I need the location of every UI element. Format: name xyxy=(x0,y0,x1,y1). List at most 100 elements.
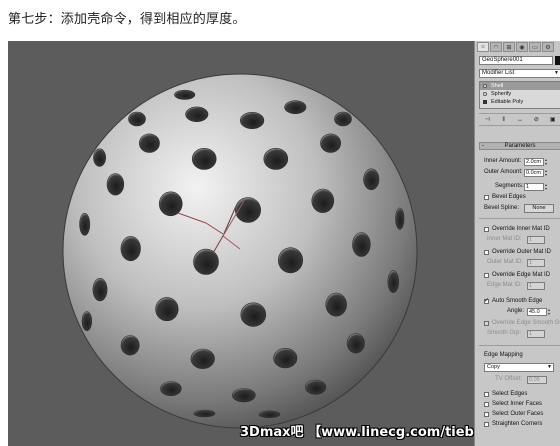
segments-field[interactable]: 1 xyxy=(524,183,544,191)
outer-amount-field[interactable]: 0.0cm xyxy=(524,169,544,177)
override-edge-checkbox[interactable] xyxy=(484,273,489,278)
select-edges-label: Select Edges xyxy=(492,391,528,397)
shell-hole xyxy=(263,148,289,170)
shell-hole xyxy=(273,348,298,369)
show-end-result-icon[interactable]: ‖ xyxy=(500,116,508,124)
select-edges-checkbox[interactable] xyxy=(484,392,489,397)
sun-icon[interactable]: ☼ xyxy=(477,42,489,52)
edge-mapping-dropdown[interactable]: Copy ▼ xyxy=(484,363,554,372)
shell-hole xyxy=(311,188,335,213)
auto-smooth-checkbox[interactable] xyxy=(484,297,489,304)
auto-smooth-label: Auto Smooth Edge xyxy=(492,298,543,304)
divider xyxy=(479,218,560,219)
arc-icon[interactable]: ◠ xyxy=(490,42,502,52)
shell-hole xyxy=(92,278,108,302)
select-inner-checkbox[interactable] xyxy=(484,402,489,407)
utilities-icon[interactable]: ⚙ xyxy=(542,42,554,52)
pin-stack-icon[interactable]: ⊣ xyxy=(483,116,491,124)
shell-hole xyxy=(174,89,196,100)
hierarchy-icon[interactable]: ⊞ xyxy=(503,42,515,52)
override-edge-smooth-checkbox[interactable] xyxy=(484,321,489,326)
watermark: 3Dmax吧 【www.linecg.com/tieba/1771】 xyxy=(240,425,474,440)
shell-hole xyxy=(240,112,265,130)
bevel-edges-checkbox[interactable] xyxy=(484,195,489,200)
shell-hole xyxy=(258,410,281,418)
angle-field[interactable]: 45.0 xyxy=(527,308,547,316)
spinner-arrows-icon[interactable]: ▴ ▾ xyxy=(545,158,549,166)
chevron-down-icon: ▼ xyxy=(547,364,552,370)
shell-hole xyxy=(305,379,327,395)
smooth-grp-label: Smooth Grp: xyxy=(487,330,522,336)
spinner-arrows-icon[interactable]: ▴ ▾ xyxy=(545,169,549,177)
tv-offset-label: TV Offset: xyxy=(495,376,522,382)
stack-item-spherify[interactable]: Spherify xyxy=(480,90,560,98)
shell-hole xyxy=(81,311,92,332)
inner-mat-id-label: Inner Mat ID: xyxy=(487,236,522,242)
override-outer-checkbox[interactable] xyxy=(484,250,489,255)
shell-hole xyxy=(193,248,219,275)
inner-amount-field[interactable]: 2.0cm xyxy=(524,158,544,166)
straighten-corners-checkbox[interactable] xyxy=(484,422,489,427)
shell-hole xyxy=(190,348,215,369)
outer-mat-id-field[interactable]: 1 xyxy=(527,259,545,267)
remove-modifier-icon[interactable]: ⊘ xyxy=(532,116,540,124)
shell-hole xyxy=(106,173,125,196)
shell-hole xyxy=(191,148,217,170)
modifier-stack[interactable]: Shell Spherify Editable Poly xyxy=(479,81,560,109)
shell-hole xyxy=(232,388,256,403)
shell-hole xyxy=(138,133,160,153)
modifier-list-label: Modifier List xyxy=(482,70,515,76)
override-inner-checkbox[interactable] xyxy=(484,227,489,232)
bulb-icon[interactable] xyxy=(483,92,487,96)
stack-toolbar: ⊣ ‖ ↔ ⊘ ▣ xyxy=(479,113,560,126)
shell-hole xyxy=(120,335,140,356)
shell-hole xyxy=(277,247,303,274)
shell-hole xyxy=(284,100,307,114)
tv-offset-field[interactable]: 0.05 xyxy=(527,376,547,384)
select-outer-label: Select Outer Faces xyxy=(492,411,544,417)
modifier-list-dropdown[interactable]: Modifier List ▼ xyxy=(479,69,560,78)
edge-mat-id-field[interactable]: 1 xyxy=(527,282,545,290)
stack-item-label: Shell xyxy=(491,83,504,89)
shell-hole xyxy=(352,232,371,257)
shell-hole xyxy=(325,292,347,317)
inner-mat-id-field[interactable]: 1 xyxy=(527,236,545,244)
viewport-canvas xyxy=(62,73,418,429)
command-panel-tabs: ☼ ◠ ⊞ ◉ ▭ ⚙ xyxy=(477,42,560,53)
shell-hole xyxy=(93,148,106,167)
motion-icon[interactable]: ◉ xyxy=(516,42,528,52)
inner-amount-label: Inner Amount: xyxy=(484,158,522,164)
edge-mapping-label: Edge Mapping xyxy=(484,352,523,358)
shell-hole xyxy=(155,297,179,322)
edge-mat-id-label: Edge Mat ID: xyxy=(487,282,523,288)
stack-item-shell[interactable]: Shell xyxy=(480,82,560,90)
poly-icon xyxy=(483,100,487,104)
spinner-arrows-icon[interactable]: ▴ ▾ xyxy=(548,308,552,316)
make-unique-icon[interactable]: ↔ xyxy=(516,116,524,124)
outer-mat-id-label: Outer Mat ID: xyxy=(487,259,524,265)
object-name-field[interactable]: GeoSphere001 xyxy=(479,56,553,65)
override-inner-label: Override Inner Mat ID xyxy=(492,226,550,232)
select-outer-checkbox[interactable] xyxy=(484,412,489,417)
object-color-swatch[interactable] xyxy=(555,56,560,65)
shell-hole xyxy=(158,191,183,217)
stack-item-editable-poly[interactable]: Editable Poly xyxy=(480,98,560,106)
angle-label: Angle: xyxy=(507,308,525,314)
chevron-down-icon: ▼ xyxy=(554,70,559,76)
stack-item-label: Editable Poly xyxy=(491,99,524,105)
bevel-spline-button[interactable]: None xyxy=(524,204,554,213)
display-icon[interactable]: ▭ xyxy=(529,42,541,52)
override-edge-label: Override Edge Mat ID xyxy=(492,272,551,278)
outer-amount-label: Outer Amount: xyxy=(484,169,523,175)
smooth-grp-field[interactable]: 1 xyxy=(527,330,545,338)
perspective-viewport[interactable]: 3Dmax吧 【www.linecg.com/tieba/1771】 xyxy=(8,41,474,446)
shell-hole xyxy=(240,302,267,327)
configure-sets-icon[interactable]: ▣ xyxy=(549,116,557,124)
shell-hole xyxy=(160,381,182,396)
bevel-spline-label: Bevel Spline: xyxy=(484,205,520,211)
divider xyxy=(479,345,560,346)
bulb-icon[interactable] xyxy=(483,84,487,88)
shell-hole xyxy=(363,168,380,191)
parameters-rollout-header[interactable]: - Parameters xyxy=(479,142,560,150)
spinner-arrows-icon[interactable]: ▴ ▾ xyxy=(545,183,549,191)
